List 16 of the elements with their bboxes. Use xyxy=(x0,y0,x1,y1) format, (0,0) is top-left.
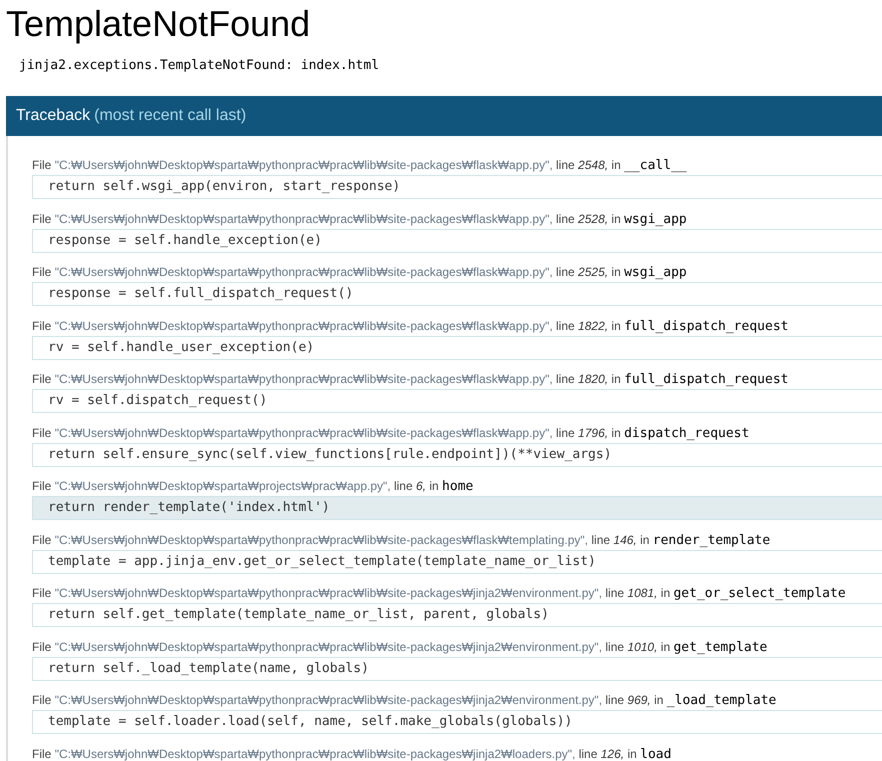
traceback-heading: Traceback xyxy=(16,107,90,125)
frame-location: File "C:₩Users₩john₩Desktop₩sparta₩pythonprac₩prac₩lib₩site-packages₩jinja2₩environment.py", line 969, in _load_template xyxy=(32,692,776,710)
frame-location: File "C:₩Users₩john₩Desktop₩sparta₩pythonprac₩prac₩lib₩site-packages₩flask₩app.py", line 2548, in __call__ xyxy=(32,157,687,175)
error-title: TemplateNotFound xyxy=(6,2,312,45)
exception-message: jinja2.exceptions.TemplateNotFound: index.html xyxy=(18,57,380,75)
frame-location: File "C:₩Users₩john₩Desktop₩sparta₩pythonprac₩prac₩lib₩site-packages₩flask₩templating.py", line 146, in render_template xyxy=(32,532,770,550)
frame-location: File "C:₩Users₩john₩Desktop₩sparta₩pythonprac₩prac₩lib₩site-packages₩flask₩app.py", line 2525, in wsgi_app xyxy=(32,264,687,282)
frame-location: File "C:₩Users₩john₩Desktop₩sparta₩pythonprac₩prac₩lib₩site-packages₩flask₩app.py", line 2528, in wsgi_app xyxy=(32,210,687,228)
frame-location: File "C:₩Users₩john₩Desktop₩sparta₩pythonprac₩prac₩lib₩site-packages₩flask₩app.py", line 1820, in full_dispatch_request xyxy=(32,371,788,389)
frame-location: File "C:₩Users₩john₩Desktop₩sparta₩pythonprac₩prac₩lib₩site-packages₩flask₩app.py", line 1796, in dispatch_request xyxy=(32,424,750,442)
frame-location: File "C:₩Users₩john₩Desktop₩sparta₩pythonprac₩prac₩lib₩site-packages₩jinja2₩environment.py", line 1010, in get_template xyxy=(32,638,768,656)
frame-location: File "C:₩Users₩john₩Desktop₩sparta₩pythonprac₩prac₩lib₩site-packages₩flask₩app.py", line 1822, in full_dispatch_request xyxy=(32,318,788,336)
frame-location: File "C:₩Users₩john₩Desktop₩sparta₩projects₩prac₩app.py", line 6, in home xyxy=(32,478,474,496)
traceback-note: (most recent call last) xyxy=(94,107,246,125)
frame-location: File "C:₩Users₩john₩Desktop₩sparta₩pythonprac₩prac₩lib₩site-packages₩jinja2₩environment.py", line 1081, in get_or_select_template xyxy=(32,585,846,603)
frame-location: File "C:₩Users₩john₩Desktop₩sparta₩pythonprac₩prac₩lib₩site-packages₩jinja2₩loaders.py", line 126, in load xyxy=(32,746,672,761)
